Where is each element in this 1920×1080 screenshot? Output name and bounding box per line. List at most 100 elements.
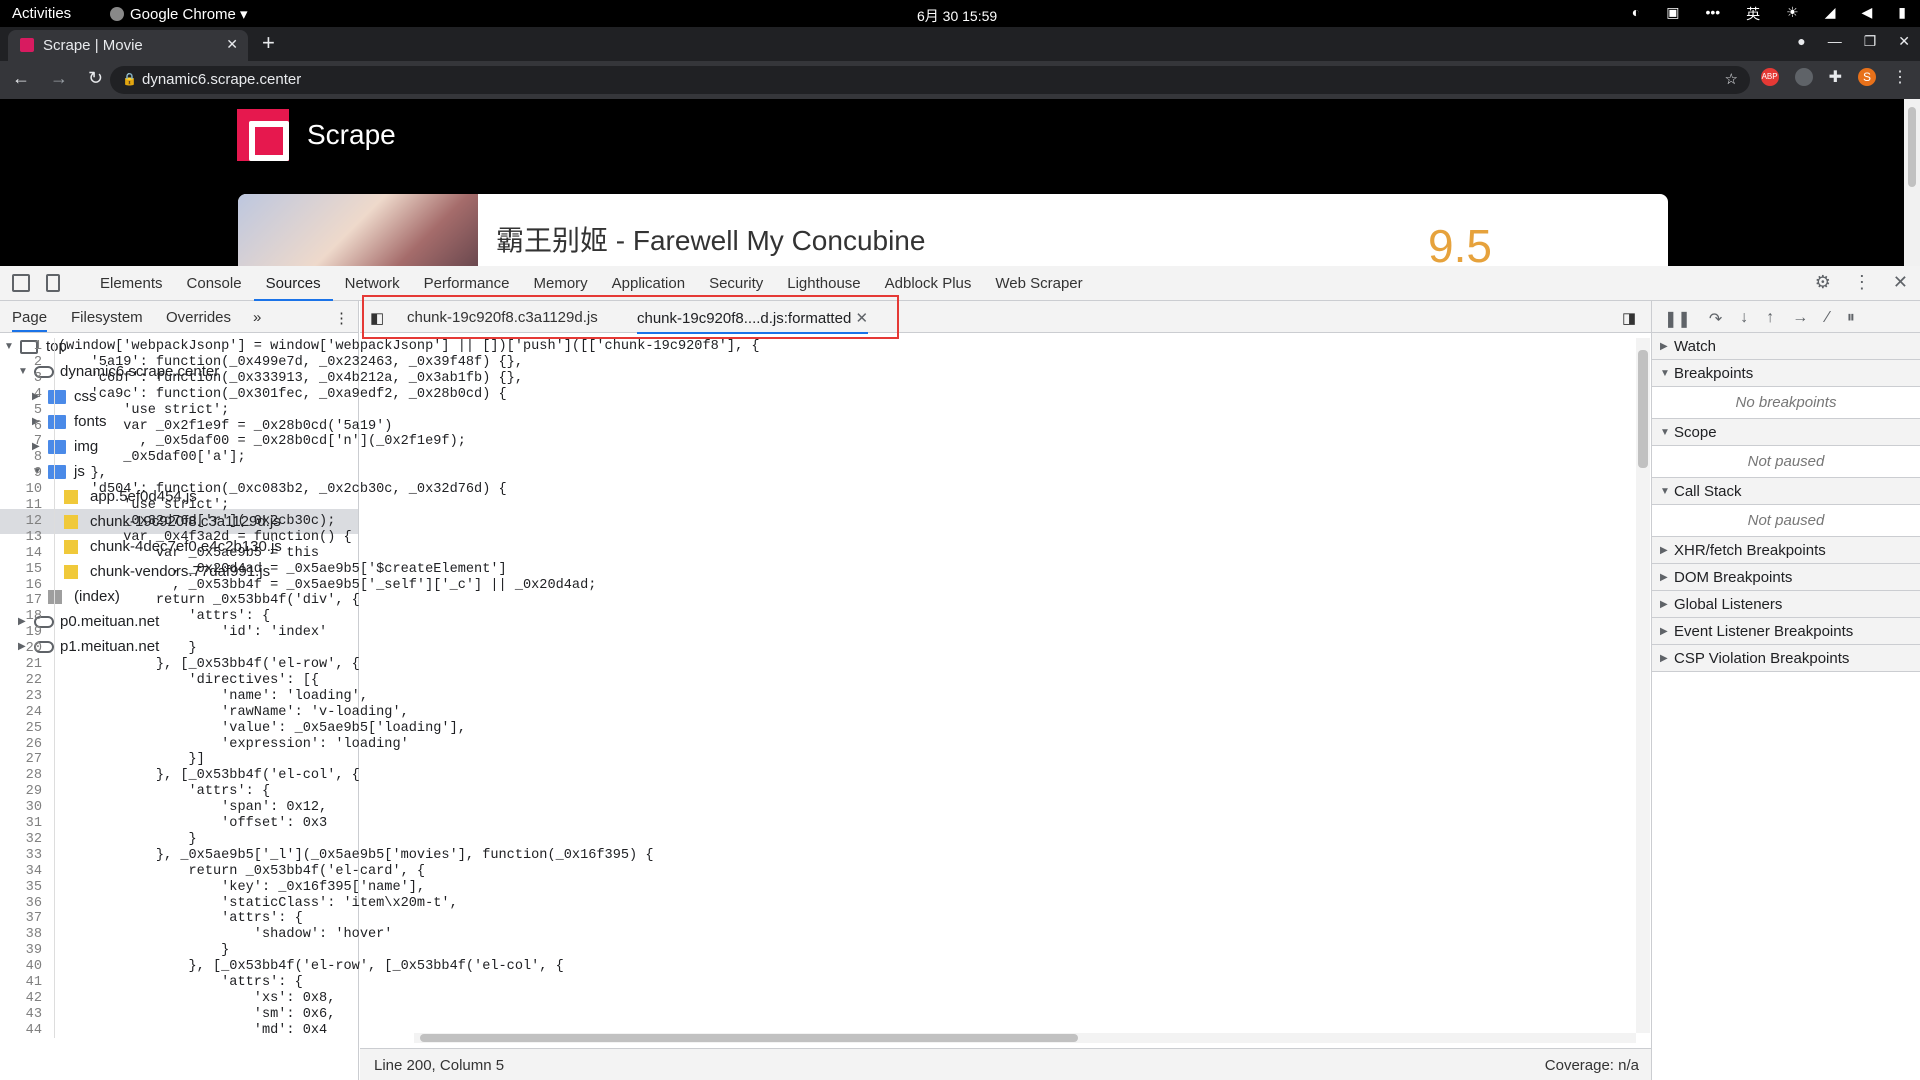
code-line[interactable]: }, _0x5ae9b5['_l'](_0x5ae9b5['movies'], … [58, 848, 654, 863]
bookmark-star-icon[interactable]: ☆ [1725, 70, 1738, 88]
line-number[interactable]: 42 [0, 991, 48, 1006]
line-number[interactable]: 25 [0, 721, 48, 736]
code-line[interactable]: }, [58, 466, 107, 481]
line-number[interactable]: 4 [0, 387, 48, 402]
line-number[interactable]: 1 [0, 339, 48, 354]
devtools-tab-sources[interactable]: Sources [253, 266, 333, 301]
extension-icon[interactable] [1794, 68, 1813, 86]
pause-on-exceptions-icon[interactable]: ⏸ [1847, 309, 1855, 326]
code-line[interactable]: return _0x53bb4f('div', { [58, 593, 360, 608]
line-number[interactable]: 21 [0, 657, 48, 672]
line-number[interactable]: 6 [0, 419, 48, 434]
code-line[interactable]: }, [_0x53bb4f('el-row', { [58, 657, 360, 672]
devtools-tab-web-scraper[interactable]: Web Scraper [983, 266, 1094, 301]
line-number[interactable]: 23 [0, 689, 48, 704]
code-line[interactable]: _0x5daf00['a']; [58, 450, 245, 465]
activities-button[interactable]: Activities [12, 5, 71, 22]
app-indicator-icon[interactable]: ◐ [1632, 4, 1640, 24]
code-line[interactable]: , _0x53bb4f = _0x5ae9b5['_self']['_c'] |… [58, 578, 596, 593]
code-line[interactable]: 'use strict'; [58, 498, 229, 513]
line-number[interactable]: 37 [0, 911, 48, 926]
line-number[interactable]: 5 [0, 403, 48, 418]
line-number[interactable]: 36 [0, 896, 48, 911]
line-number[interactable]: 3 [0, 371, 48, 386]
code-line[interactable]: 'rawName': 'v-loading', [58, 705, 409, 720]
code-line[interactable]: } [58, 943, 229, 958]
brightness-icon[interactable]: ☀ [1786, 4, 1799, 24]
watch-section[interactable]: ▶ Watch [1652, 333, 1920, 360]
address-bar[interactable]: 🔒 dynamic6.scrape.center ☆ [110, 66, 1750, 94]
code-line[interactable]: 'md': 0x4 [58, 1023, 327, 1038]
code-line[interactable]: 'attrs': { [58, 911, 303, 926]
movie-card[interactable]: 霸王别姬 - Farewell My Concubine 9.5 [238, 194, 1668, 266]
code-line[interactable]: 'directives': [{ [58, 673, 320, 688]
close-tab-icon[interactable]: ✕ [226, 36, 238, 53]
breakpoints-section[interactable]: ▼ Breakpoints [1652, 360, 1920, 387]
line-number[interactable]: 34 [0, 864, 48, 879]
line-number[interactable]: 38 [0, 927, 48, 942]
line-number[interactable]: 24 [0, 705, 48, 720]
line-number[interactable]: 27 [0, 752, 48, 767]
chrome-menu-icon[interactable]: ⋮ [1892, 67, 1908, 87]
code-line[interactable]: 'value': _0x5ae9b5['loading'], [58, 721, 466, 736]
line-number[interactable]: 11 [0, 498, 48, 513]
code-line[interactable]: '5a19': function(_0x499e7d, _0x232463, _… [58, 355, 523, 370]
code-line[interactable]: _0x32d76d['r'](_0x2cb30c); [58, 514, 335, 529]
code-line[interactable]: 'key': _0x16f395['name'], [58, 880, 425, 895]
line-number[interactable]: 40 [0, 959, 48, 974]
code-line[interactable]: 'offset': 0x3 [58, 816, 327, 831]
code-line[interactable]: } [58, 832, 197, 847]
code-line[interactable]: , _0x5daf00 = _0x28b0cd['n'](_0x2f1e9f); [58, 434, 466, 449]
code-line[interactable]: }] [58, 752, 205, 767]
scrollbar-thumb[interactable] [1908, 107, 1916, 187]
code-line[interactable]: var _0x5ae9b5 = this [58, 546, 319, 561]
line-number[interactable]: 14 [0, 546, 48, 561]
code-line[interactable]: var _0x4f3a2d = function() { [58, 530, 351, 545]
code-line[interactable]: 'name': 'loading', [58, 689, 368, 704]
more-icon[interactable]: ••• [1705, 4, 1720, 24]
lock-icon[interactable]: 🔒 [122, 72, 137, 86]
system-tray[interactable]: ◐ ▣ ••• 英 ☀ ◢ ◀ ▮ [1632, 4, 1906, 24]
call-stack-section[interactable]: ▼ Call Stack [1652, 478, 1920, 505]
close-window-button[interactable]: ✕ [1898, 33, 1910, 50]
global-listeners-section[interactable]: ▶ Global Listeners [1652, 591, 1920, 618]
line-number[interactable]: 30 [0, 800, 48, 815]
line-number[interactable]: 15 [0, 562, 48, 577]
line-number[interactable]: 43 [0, 1007, 48, 1022]
code-line[interactable]: 'attrs': { [58, 609, 271, 624]
code-line[interactable]: 'ca9c': function(_0x301fec, _0xa9edf2, _… [58, 387, 507, 402]
line-number[interactable]: 29 [0, 784, 48, 799]
step-icon[interactable]: → [1792, 309, 1808, 326]
device-toolbar-icon[interactable] [46, 274, 60, 292]
code-line[interactable]: 'expression': 'loading' [58, 737, 409, 752]
scope-section[interactable]: ▼ Scope [1652, 419, 1920, 446]
step-into-icon[interactable]: ↓ [1740, 309, 1748, 326]
deactivate-breakpoints-icon[interactable]: ⁄ [1826, 309, 1829, 326]
movie-poster[interactable] [238, 194, 478, 266]
line-number[interactable]: 19 [0, 625, 48, 640]
toggle-debugger-icon[interactable]: ◨ [1622, 309, 1636, 327]
xhr-breakpoints-section[interactable]: ▶ XHR/fetch Breakpoints [1652, 537, 1920, 564]
inspect-element-icon[interactable] [12, 274, 30, 292]
site-brand[interactable]: Scrape [307, 119, 396, 151]
line-number[interactable]: 35 [0, 880, 48, 895]
settings-gear-icon[interactable]: ⚙ [1815, 272, 1831, 293]
line-number[interactable]: 39 [0, 943, 48, 958]
code-view[interactable]: 1 (window['webpackJsonp'] = window['webpa… [0, 338, 1280, 1038]
line-number[interactable]: 7 [0, 434, 48, 449]
code-line[interactable]: 'shadow': 'hover' [58, 927, 393, 942]
subtab-overrides[interactable]: Overrides [166, 309, 231, 326]
code-line[interactable]: 'c6bf': function(_0x333913, _0x4b212a, _… [58, 371, 523, 386]
event-listener-breakpoints-section[interactable]: ▶ Event Listener Breakpoints [1652, 618, 1920, 645]
page-scrollbar[interactable] [1904, 99, 1920, 266]
tab-search-icon[interactable]: ● [1797, 33, 1805, 50]
navigator-menu-icon[interactable]: ⋮ [334, 309, 349, 327]
code-line[interactable]: 'attrs': { [58, 784, 271, 799]
line-number[interactable]: 20 [0, 641, 48, 656]
line-number[interactable]: 18 [0, 609, 48, 624]
site-logo[interactable] [237, 109, 289, 161]
line-number[interactable]: 33 [0, 848, 48, 863]
devtools-tab-elements[interactable]: Elements [88, 266, 175, 301]
line-number[interactable]: 12 [0, 514, 48, 529]
code-line[interactable]: }, [_0x53bb4f('el-col', { [58, 768, 360, 783]
